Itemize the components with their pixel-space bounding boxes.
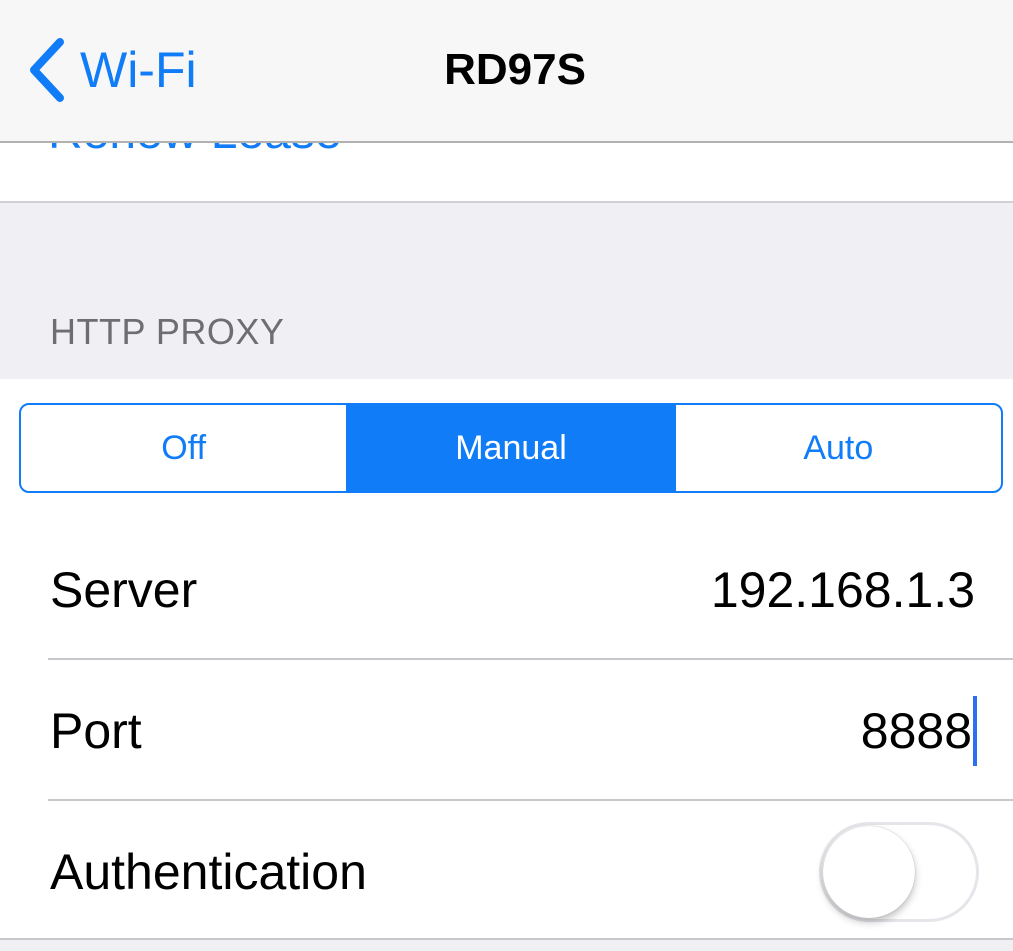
http-proxy-section-header-area: HTTP PROXY [0,201,1013,379]
section-footer-divider [0,938,1013,951]
renew-lease-label[interactable]: Renew Lease [48,141,342,160]
renew-lease-row[interactable]: Renew Lease [0,141,1013,201]
proxy-mode-segmented-control[interactable]: Off Manual Auto [19,403,1003,493]
server-label: Server [50,561,198,618]
text-cursor [973,695,977,766]
segment-auto[interactable]: Auto [673,405,1001,491]
toggle-knob[interactable] [823,825,915,918]
port-row[interactable]: Port 8888 [0,660,1013,801]
page-title: RD97S [444,45,586,94]
segment-off[interactable]: Off [21,405,346,491]
port-value: 8888 [860,702,972,759]
authentication-row: Authentication [0,801,1013,942]
server-row[interactable]: Server 192.168.1.3 [0,519,1013,660]
port-field[interactable]: 8888 [860,695,977,766]
authentication-toggle[interactable] [819,821,979,922]
server-field[interactable]: 192.168.1.3 [711,561,975,619]
segment-manual[interactable]: Manual [346,405,674,491]
section-header-http-proxy: HTTP PROXY [50,311,285,352]
navigation-bar: Wi-Fi RD97S [0,0,1013,143]
port-label: Port [50,702,142,759]
authentication-label: Authentication [50,843,367,900]
